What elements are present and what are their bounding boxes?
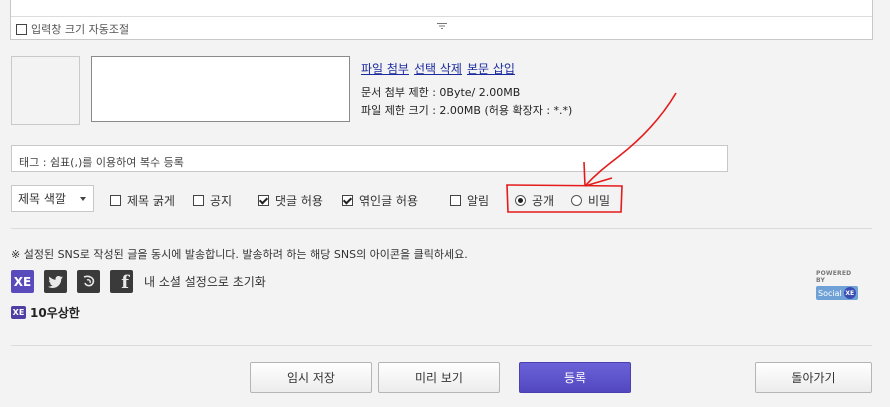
sns-username: 10우상한 [30,306,80,320]
allow-trackback-checkbox[interactable] [342,195,353,206]
socialxe-brand: Social [818,288,842,298]
facebook-icon[interactable]: f [110,270,133,293]
socialxe-xe-icon: XE [843,287,856,299]
attach-file-list[interactable] [91,56,350,122]
reset-social-settings-link[interactable]: 내 소셜 설정으로 초기화 [144,273,266,290]
section-divider [11,228,872,229]
powered-by-label: POWERED BY [816,270,852,284]
public-option[interactable]: 공개 [515,192,554,209]
insert-into-body-link[interactable]: 본문 삽입 [467,60,515,77]
sns-user-row: XE 10우상한 [11,304,80,321]
back-button[interactable]: 돌아가기 [755,362,872,393]
section-divider [11,345,872,346]
doc-limit-text: 문서 첨부 제한 : 0Byte/ 2.00MB [361,86,521,99]
autoresize-option[interactable]: 입력창 크기 자동조절 [16,21,129,37]
twitter-bird-icon [48,275,63,288]
notice-option[interactable]: 공지 [193,192,232,209]
attach-info: 문서 첨부 제한 : 0Byte/ 2.00MB 파일 제한 크기 : 2.00… [361,84,572,120]
notify-option[interactable]: 알림 [450,192,489,209]
tag-placeholder: 태그 : 쉼표(,)를 이용하여 복수 등록 [19,156,184,169]
dropdown-arrow-icon [80,197,86,201]
attach-preview [11,56,80,125]
notice-checkbox[interactable] [193,195,204,206]
secret-radio[interactable] [571,195,582,206]
editor-divider [11,16,872,17]
resize-handle-icon[interactable] [437,23,447,29]
xe-icon[interactable]: XE [11,270,34,293]
facebook-glyph: f [121,272,129,293]
public-label: 공개 [532,194,555,208]
sns-notice: ※ 설정된 SNS로 작성된 글을 동시에 발송합니다. 발송하려 하는 해당 … [11,248,468,261]
submit-button[interactable]: 등록 [519,362,631,393]
me2day-icon[interactable] [77,270,100,293]
title-color-label: 제목 색깔 [18,192,66,206]
powered-by-socialxe[interactable]: POWERED BY Social XE [816,270,860,300]
attach-links: 파일 첨부 선택 삭제 본문 삽입 [361,60,515,77]
allow-trackback-option[interactable]: 엮인글 허용 [342,192,418,209]
autoresize-checkbox[interactable] [16,23,27,35]
delete-selected-link[interactable]: 선택 삭제 [414,60,462,77]
temp-save-button[interactable]: 임시 저장 [250,362,372,393]
attach-file-link[interactable]: 파일 첨부 [361,60,409,77]
xe-user-icon: XE [11,306,26,319]
notice-label: 공지 [210,194,233,208]
notify-checkbox[interactable] [450,195,461,206]
autoresize-label: 입력창 크기 자동조절 [31,23,130,36]
bold-title-label: 제목 굵게 [127,194,175,208]
notify-label: 알림 [467,194,490,208]
bold-title-checkbox[interactable] [110,195,121,206]
xe-icon-glyph: XE [13,274,32,289]
twitter-icon[interactable] [44,270,67,293]
allow-comments-checkbox[interactable] [258,195,269,206]
secret-option[interactable]: 비밀 [571,192,610,209]
bold-title-option[interactable]: 제목 굵게 [110,192,175,209]
allow-trackback-label: 엮인글 허용 [359,194,419,208]
allow-comments-option[interactable]: 댓글 허용 [258,192,323,209]
secret-label: 비밀 [588,194,611,208]
public-radio[interactable] [515,195,526,206]
me2day-logo-icon [83,275,94,286]
preview-button[interactable]: 미리 보기 [378,362,500,393]
title-color-select[interactable]: 제목 색깔 [11,185,94,212]
file-limit-text: 파일 제한 크기 : 2.00MB (허용 확장자 : *.*) [361,104,573,117]
allow-comments-label: 댓글 허용 [275,194,323,208]
socialxe-badge: Social XE [816,286,858,300]
editor-area[interactable] [10,0,873,40]
